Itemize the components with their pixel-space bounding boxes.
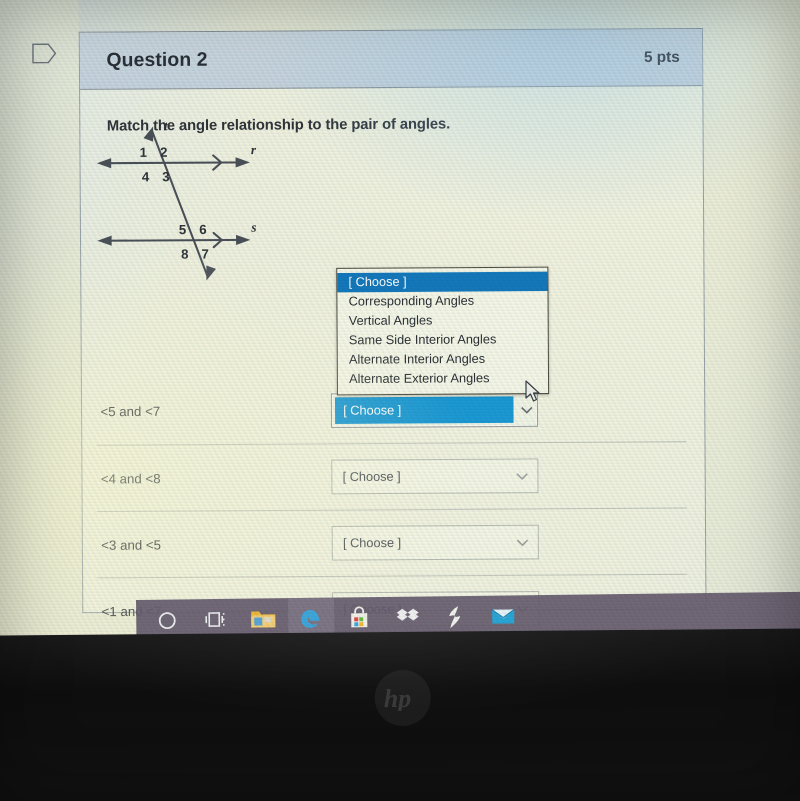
match-row-label: <3 and <5	[101, 536, 162, 553]
question-body: Match the angle relationship to the pair…	[80, 86, 705, 644]
question-title: Question 2	[106, 48, 208, 71]
angle-6: 6	[199, 222, 206, 237]
answer-dropdown-row-1[interactable]: [ Choose ]	[330, 391, 539, 428]
angle-5: 5	[179, 222, 186, 237]
match-row: <3 and <5 [ Choose ]	[96, 507, 687, 578]
angle-diagram: t r s 1 2 4 3 5 6 8 7	[93, 115, 278, 300]
angle-3: 3	[162, 169, 169, 184]
answer-dropdown-value: [ Choose ]	[342, 469, 401, 485]
chevron-down-icon	[515, 469, 529, 483]
dropdown-option-vertical-angles[interactable]: Vertical Angles	[337, 310, 547, 331]
dropdown-option-same-side-interior-angles[interactable]: Same Side Interior Angles	[338, 330, 548, 351]
label-line-r: r	[251, 142, 257, 157]
quiz-question-card: Question 2 5 pts Match the angle relatio…	[78, 27, 707, 644]
svg-text:hp: hp	[384, 685, 412, 711]
mouse-cursor	[524, 380, 542, 404]
dropdown-options-list[interactable]: [ Choose ] Corresponding Angles Vertical…	[336, 266, 550, 396]
dropdown-option-alternate-interior-angles[interactable]: Alternate Interior Angles	[338, 349, 548, 370]
bookmark-flag-icon[interactable]	[32, 43, 57, 64]
label-transversal-t: t	[164, 118, 169, 133]
answer-dropdown-value: [ Choose ]	[342, 535, 402, 551]
match-row-label: <4 and <8	[100, 470, 161, 487]
question-points-badge: 5 pts	[643, 48, 680, 67]
question-header: Question 2 5 pts	[79, 28, 703, 90]
match-row-label: <5 and <7	[100, 403, 161, 420]
label-line-s: s	[250, 220, 256, 235]
dropdown-option-choose[interactable]: [ Choose ]	[337, 271, 548, 293]
angle-2: 2	[160, 145, 167, 160]
hp-logo: hp	[374, 669, 431, 727]
angle-7: 7	[201, 246, 208, 261]
screen-area: Question 2 5 pts Match the angle relatio…	[0, 0, 800, 652]
angle-8: 8	[181, 247, 188, 262]
page-left-margin	[0, 0, 83, 652]
laptop-screen-photo: Question 2 5 pts Match the angle relatio…	[0, 0, 800, 801]
chevron-down-icon	[515, 535, 529, 549]
answer-dropdown-value: [ Choose ]	[343, 402, 402, 418]
laptop-bezel: hp	[0, 628, 800, 801]
answer-dropdown-row-3[interactable]: [ Choose ]	[331, 524, 539, 561]
match-row: <4 and <8 [ Choose ]	[96, 441, 687, 512]
dropdown-option-corresponding-angles[interactable]: Corresponding Angles	[337, 291, 547, 312]
angle-4: 4	[142, 169, 150, 184]
answer-dropdown-row-2[interactable]: [ Choose ]	[331, 458, 539, 495]
angle-1: 1	[140, 145, 147, 160]
dropdown-option-alternate-exterior-angles[interactable]: Alternate Exterior Angles	[338, 369, 548, 390]
